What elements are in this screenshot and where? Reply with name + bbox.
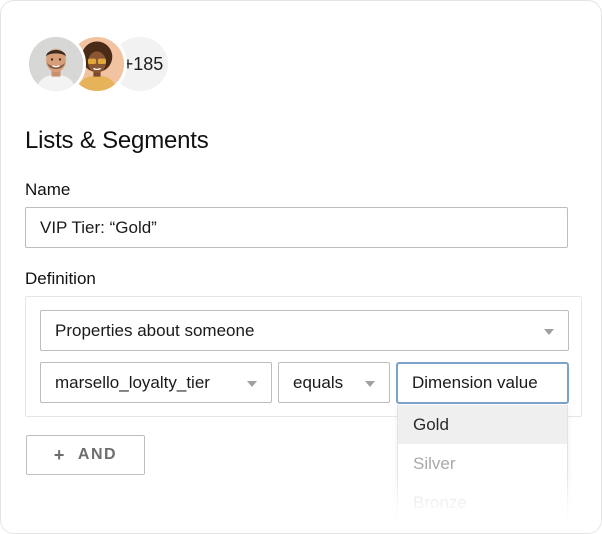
- option-bronze[interactable]: Bronze: [398, 483, 567, 522]
- property-value: marsello_loyalty_tier: [55, 372, 210, 392]
- operator-select[interactable]: equals: [278, 362, 390, 403]
- and-button-label: AND: [77, 446, 118, 463]
- avatar-man: [26, 34, 86, 94]
- property-select[interactable]: marsello_loyalty_tier: [40, 362, 272, 403]
- condition-type-value: Properties about someone: [55, 320, 255, 340]
- avatar-man-icon: [29, 37, 83, 91]
- chevron-down-icon: [247, 381, 257, 387]
- chevron-down-icon: [544, 329, 554, 335]
- add-and-condition-button[interactable]: + AND: [26, 435, 145, 475]
- dimension-value-dropdown: Gold Silver Bronze: [397, 405, 568, 533]
- name-label: Name: [25, 180, 71, 199]
- option-silver[interactable]: Silver: [398, 444, 567, 483]
- plus-icon: +: [53, 444, 66, 465]
- option-gold[interactable]: Gold: [398, 405, 567, 444]
- page-title: Lists & Segments: [25, 127, 209, 154]
- segment-name-input[interactable]: [25, 207, 568, 248]
- segment-editor-card: +185 Lists & Segments Name Definition Pr…: [0, 0, 602, 534]
- condition-type-select[interactable]: Properties about someone: [40, 310, 569, 351]
- definition-label: Definition: [25, 269, 96, 288]
- dimension-value-input[interactable]: [396, 362, 569, 404]
- chevron-down-icon: [365, 381, 375, 387]
- operator-value: equals: [293, 372, 344, 392]
